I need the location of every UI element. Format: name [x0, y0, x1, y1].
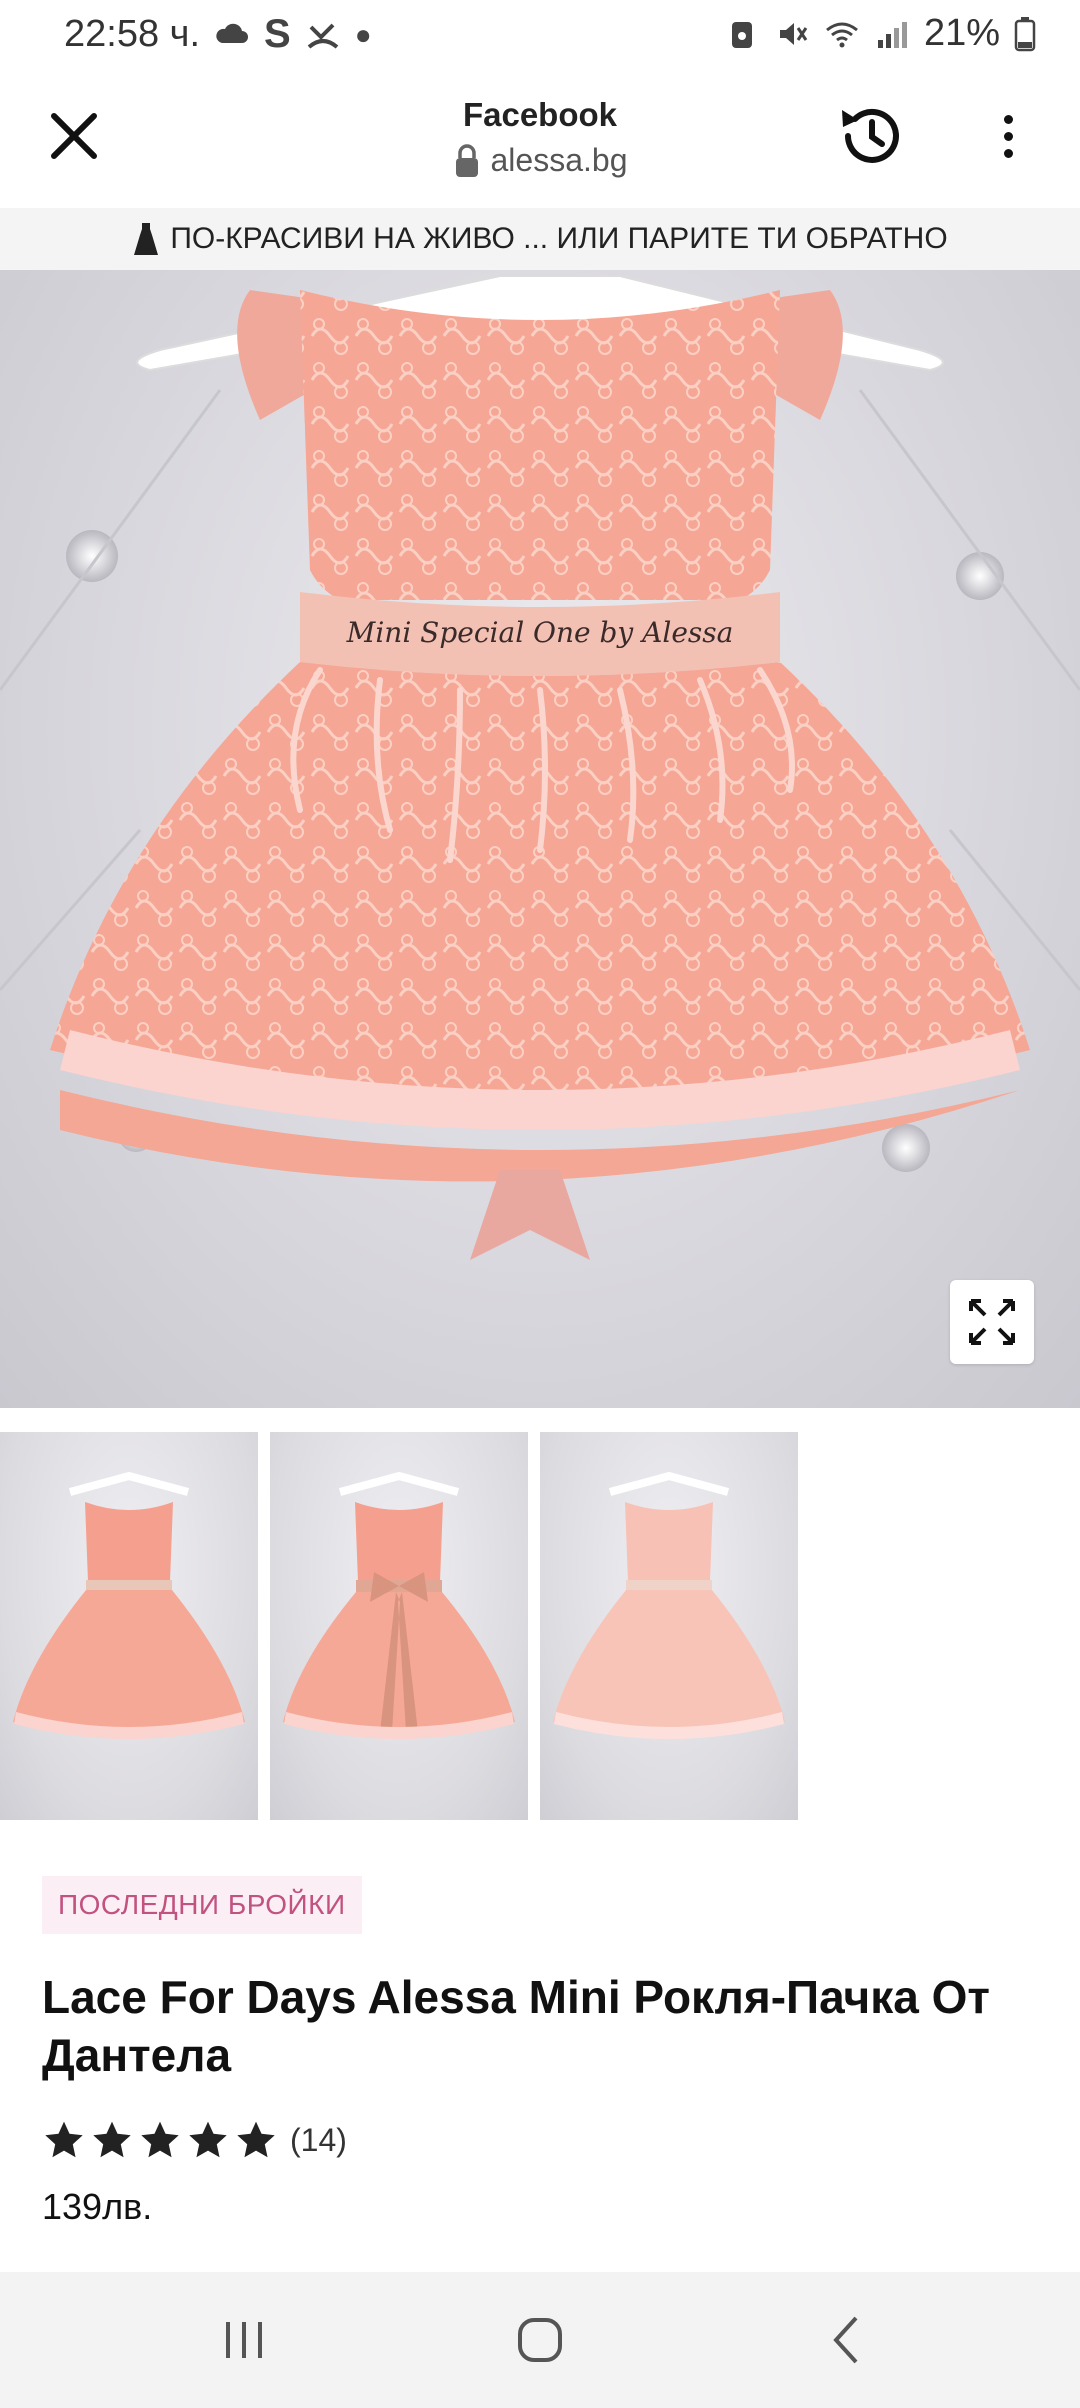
cloud-icon — [216, 23, 249, 43]
mute-icon — [779, 22, 808, 45]
recent-apps-icon — [226, 2322, 262, 2358]
star-icon — [93, 2121, 131, 2158]
expand-icon — [969, 1299, 1015, 1345]
s-app-icon: S — [264, 12, 291, 56]
promo-text: ПО-КРАСИВИ НА ЖИВО ... ИЛИ ПАРИТЕ ТИ ОБР… — [170, 222, 948, 255]
product-title: Lace For Days Alessa Mini Рокля-Пачка От… — [42, 1971, 990, 2081]
status-badge: ПОСЛЕДНИ БРОЙКИ — [42, 1876, 362, 1934]
status-left: 22:58 ч. S ● — [64, 12, 372, 57]
battery-icon — [1014, 16, 1036, 51]
url-text: alessa.bg — [490, 142, 628, 178]
browser-title: Facebook — [462, 96, 618, 133]
wifi-icon — [826, 22, 858, 47]
promo-banner: ПО-КРАСИВИ НА ЖИВО ... ИЛИ ПАРИТЕ ТИ ОБР… — [0, 208, 1080, 270]
more-dot-icon — [1003, 148, 1013, 158]
thumbnail-strip — [0, 1432, 1080, 1820]
status-bar: 22:58 ч. S ● 21% — [0, 0, 1080, 72]
home-icon — [518, 2318, 562, 2362]
more-dot-icon — [1003, 131, 1013, 141]
star-icon — [141, 2121, 179, 2158]
status-time: 22:58 ч. — [64, 13, 201, 55]
review-count[interactable]: (14) — [290, 2122, 347, 2159]
home-button[interactable] — [500, 2306, 580, 2374]
more-options-button[interactable] — [988, 102, 1028, 170]
status-right: 21% — [724, 12, 1036, 55]
signal-icon — [877, 21, 907, 48]
back-button[interactable] — [806, 2306, 886, 2374]
product-price: 139лв. — [42, 2186, 153, 2227]
thumbnail-front[interactable] — [0, 1432, 258, 1820]
recent-apps-button[interactable] — [204, 2306, 284, 2374]
dress-thumbnail-image — [13, 1471, 245, 1739]
star-icon — [189, 2121, 227, 2158]
more-dot-icon — [1003, 114, 1013, 124]
dress-light-thumbnail-image — [553, 1471, 785, 1739]
dress-icon — [134, 223, 159, 255]
dress-illustration: Mini Special One by Alessa — [0, 275, 1080, 1260]
url-display[interactable]: alessa.bg — [0, 142, 1080, 179]
thumbnail-back[interactable] — [270, 1432, 528, 1820]
product-main-image[interactable]: Mini Special One by Alessa — [0, 270, 1080, 1408]
missed-call-icon — [307, 23, 339, 49]
system-nav-bar — [0, 2272, 1080, 2408]
lock-notification-icon — [731, 21, 752, 48]
star-icon — [45, 2121, 83, 2158]
browser-header: Facebook alessa.bg — [0, 72, 1080, 210]
fullscreen-button[interactable] — [950, 1280, 1034, 1364]
belt-text: Mini Special One by Alessa — [346, 616, 734, 649]
history-button[interactable] — [834, 98, 910, 174]
product-rating[interactable]: (14) — [42, 2116, 347, 2164]
back-icon — [833, 2316, 858, 2364]
history-icon — [842, 108, 899, 163]
lock-icon — [455, 143, 478, 177]
notification-dot-icon: ● — [354, 18, 372, 50]
star-icon — [237, 2121, 275, 2158]
battery-percent: 21% — [923, 12, 1000, 54]
dress-back-thumbnail-image — [283, 1471, 515, 1739]
thumbnail-side[interactable] — [540, 1432, 798, 1820]
